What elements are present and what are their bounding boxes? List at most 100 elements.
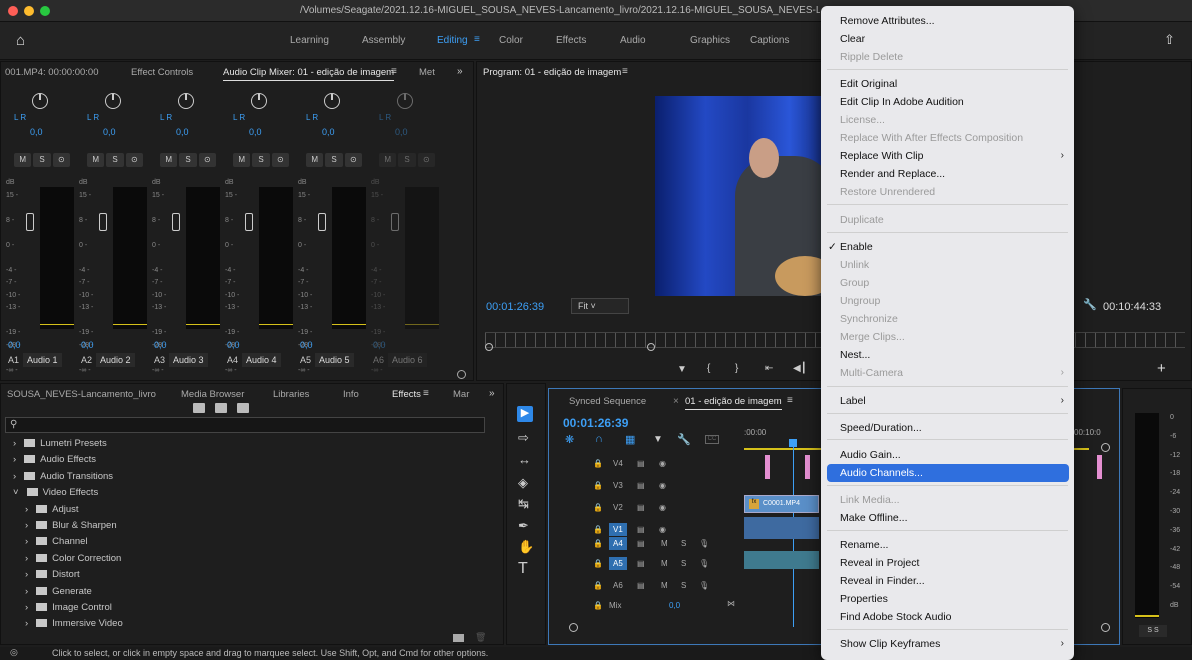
menu-item-render-and-replace[interactable]: Render and Replace... [840, 168, 945, 180]
effects-item[interactable]: › Adjust [25, 504, 79, 515]
pan-knob-icon[interactable] [397, 93, 413, 109]
clip-v3-a[interactable] [765, 455, 770, 479]
eye-icon[interactable]: ◉ [659, 481, 666, 490]
menu-item-properties[interactable]: Properties [840, 593, 888, 605]
pan-value[interactable]: 0,0 [395, 127, 408, 137]
lock-icon[interactable]: 🔒 [593, 539, 603, 548]
lock-icon[interactable]: 🔒 [593, 503, 603, 512]
mix-value[interactable]: 0,0 [669, 601, 680, 610]
effects-search-input[interactable]: ⚲ [5, 417, 485, 433]
track-target[interactable]: V2 [609, 501, 627, 514]
track-target[interactable]: A5 [609, 557, 627, 570]
pan-value[interactable]: 0,0 [249, 127, 262, 137]
clip-v3-d[interactable] [1097, 455, 1102, 479]
workspace-learning[interactable]: Learning [290, 35, 329, 46]
mute-track-button[interactable]: M [661, 581, 668, 590]
record-button[interactable]: ⊙ [125, 153, 143, 167]
solo-track-button[interactable]: S [681, 581, 686, 590]
channel-volume-value[interactable]: 0,0 [373, 340, 386, 350]
lock-icon[interactable]: 🔒 [593, 525, 603, 534]
accelerated-effects-icon[interactable] [193, 403, 205, 413]
timeline-zoom-handle[interactable] [569, 623, 578, 632]
selection-tool-icon[interactable]: ▶ [517, 406, 533, 422]
menu-item-find-adobe-stock-audio[interactable]: Find Adobe Stock Audio [840, 611, 952, 623]
tab-audio-clip-mixer[interactable]: Audio Clip Mixer: 01 - edição de imagem [223, 67, 395, 81]
tab-metadata[interactable]: Met [419, 67, 435, 78]
solo-button[interactable]: S [398, 153, 416, 167]
snap-icon[interactable]: ∩ [595, 433, 603, 445]
volume-fader[interactable] [318, 213, 326, 231]
lock-icon[interactable]: 🔒 [593, 601, 603, 610]
add-button[interactable]: + [1157, 360, 1166, 377]
nest-toggle-icon[interactable]: ❋ [565, 433, 574, 446]
channel-label[interactable]: Audio 5 [315, 353, 354, 367]
channel-label[interactable]: Audio 4 [242, 353, 281, 367]
timeline-settings-icon[interactable]: 🔧 [677, 433, 691, 446]
effects-item[interactable]: › Channel [25, 536, 88, 547]
tab-media-browser[interactable]: Media Browser [181, 389, 244, 400]
menu-item-replace-with-clip[interactable]: Replace With Clip [840, 150, 923, 162]
record-button[interactable]: ⊙ [344, 153, 362, 167]
solo-button[interactable]: S [106, 153, 124, 167]
effects-item[interactable]: › Lumetri Presets [13, 438, 107, 449]
meter-solo-buttons[interactable]: S S [1139, 625, 1167, 637]
lock-icon[interactable]: 🔒 [593, 581, 603, 590]
menu-item-edit-original[interactable]: Edit Original [840, 78, 897, 90]
solo-button[interactable]: S [33, 153, 51, 167]
mute-button[interactable]: M [306, 153, 324, 167]
voiceover-icon[interactable]: 🎙 [699, 581, 709, 590]
timeline-timecode[interactable]: 00:01:26:39 [563, 416, 628, 430]
pan-knob-icon[interactable] [251, 93, 267, 109]
program-video-frame[interactable] [655, 96, 823, 296]
sync-lock-icon[interactable]: ▤ [637, 525, 645, 534]
chevron-down-icon[interactable]: ˅ [13, 487, 19, 498]
menu-item-reveal-in-project[interactable]: Reveal in Project [840, 557, 919, 569]
pan-knob-icon[interactable] [178, 93, 194, 109]
voiceover-icon[interactable]: 🎙 [699, 559, 709, 568]
zoom-handle[interactable] [485, 343, 493, 351]
step-back-button[interactable]: ◀┃ [793, 363, 807, 374]
mute-track-button[interactable]: M [661, 559, 668, 568]
channel-volume-value[interactable]: 0,0 [81, 340, 94, 350]
menu-item-audio-gain[interactable]: Audio Gain... [840, 449, 901, 461]
program-title[interactable]: Program: 01 - edição de imagem [483, 67, 621, 80]
mute-button[interactable]: M [233, 153, 251, 167]
track-target[interactable]: A6 [609, 579, 627, 592]
eye-icon[interactable]: ◉ [659, 525, 666, 534]
menu-item-rename[interactable]: Rename... [840, 539, 888, 551]
home-icon[interactable]: ⌂ [16, 32, 25, 49]
clip-v1[interactable] [744, 517, 819, 539]
effects-overflow-icon[interactable]: » [489, 388, 495, 399]
channel-label[interactable]: Audio 1 [23, 353, 62, 367]
tab-libraries[interactable]: Libraries [273, 389, 309, 400]
lock-icon[interactable]: 🔒 [593, 459, 603, 468]
workspace-menu-icon[interactable]: ≡ [474, 34, 480, 45]
eye-icon[interactable]: ◉ [659, 459, 666, 468]
slip-tool-icon[interactable]: ↹ [518, 496, 529, 512]
voiceover-icon[interactable]: 🎙 [699, 539, 709, 548]
add-marker-icon[interactable]: ▼ [653, 434, 663, 445]
menu-item-edit-clip-in-adobe-audition[interactable]: Edit Clip In Adobe Audition [840, 96, 964, 108]
menu-item-nest[interactable]: Nest... [840, 349, 870, 361]
go-to-in-button[interactable]: ⇤ [765, 363, 773, 374]
tab-synced-sequence[interactable]: Synced Sequence [569, 396, 646, 407]
channel-label[interactable]: Audio 3 [169, 353, 208, 367]
timeline-menu-icon[interactable]: ≡ [787, 395, 793, 406]
ripple-edit-tool-icon[interactable]: ↔ [518, 452, 531, 467]
workspace-audio[interactable]: Audio [620, 35, 646, 46]
yuv-effects-icon[interactable] [237, 403, 249, 413]
record-button[interactable]: ⊙ [52, 153, 70, 167]
scroll-handle[interactable] [457, 370, 466, 379]
chevron-right-icon[interactable]: › [13, 471, 16, 482]
mute-button[interactable]: M [14, 153, 32, 167]
pan-value[interactable]: 0,0 [322, 127, 335, 137]
tab-sequence[interactable]: 01 - edição de imagem [685, 396, 782, 410]
chevron-right-icon[interactable]: › [25, 504, 28, 515]
volume-fader[interactable] [391, 213, 399, 231]
fit-dropdown[interactable]: Fit ˅ [571, 298, 629, 314]
sync-lock-icon[interactable]: ▤ [637, 581, 645, 590]
close-window-button[interactable] [8, 6, 18, 16]
captions-icon[interactable]: CC [705, 435, 719, 444]
chevron-right-icon[interactable]: › [13, 454, 16, 465]
solo-track-button[interactable]: S [681, 559, 686, 568]
